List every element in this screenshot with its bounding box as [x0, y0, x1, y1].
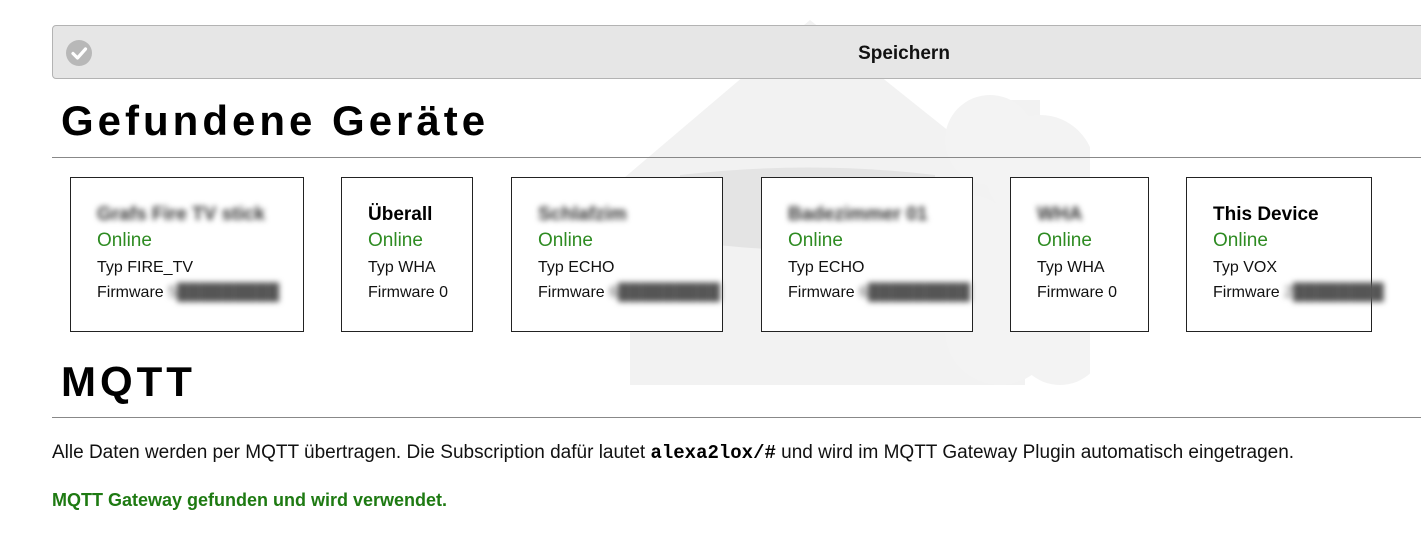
mqtt-gateway-status: MQTT Gateway gefunden und wird verwendet… — [52, 490, 448, 510]
save-button[interactable]: Speichern — [52, 25, 1421, 79]
device-type: Typ ECHO — [788, 259, 865, 276]
device-name: WHA — [1037, 204, 1083, 225]
mqtt-subscription-topic: alexa2lox/# — [650, 442, 776, 464]
device-status: Online — [788, 230, 843, 251]
devices-divider — [52, 157, 1421, 158]
device-type: Typ VOX — [1213, 259, 1278, 276]
save-button-label: Speichern — [858, 43, 950, 64]
devices-section-title: Gefundene Geräte — [61, 97, 490, 144]
device-card: Badezimmer 01 Online Typ ECHO Firmware 6… — [761, 177, 973, 332]
device-name: Grafs Fire TV stick — [97, 204, 265, 225]
device-status: Online — [1213, 230, 1268, 251]
device-type: Typ WHA — [368, 259, 436, 276]
mqtt-description: Alle Daten werden per MQTT übertragen. D… — [52, 442, 1295, 464]
device-status: Online — [97, 230, 152, 251]
device-firmware: Firmware 6█████████ — [538, 284, 721, 301]
device-name: Überall — [368, 204, 433, 225]
device-status: Online — [538, 230, 593, 251]
device-firmware: Firmware 0 — [1037, 284, 1118, 301]
device-card: Schlafzim Online Typ ECHO Firmware 6████… — [511, 177, 723, 332]
device-card: Überall Online Typ WHA Firmware 0 — [341, 177, 473, 332]
device-name: Badezimmer 01 — [788, 204, 928, 225]
device-name: Schlafzim — [538, 204, 627, 225]
device-name: This Device — [1213, 204, 1319, 225]
mqtt-section-title: MQTT — [61, 358, 196, 405]
device-card: WHA Online Typ WHA Firmware 0 — [1010, 177, 1149, 332]
device-firmware: Firmware 5█████████ — [97, 284, 280, 301]
check-circle-icon — [66, 40, 92, 66]
device-card: This Device Online Typ VOX Firmware 2███… — [1186, 177, 1384, 332]
device-firmware: Firmware 0 — [368, 284, 449, 301]
device-firmware: Firmware 6█████████ — [788, 284, 971, 301]
device-type: Typ FIRE_TV — [97, 259, 194, 276]
device-status: Online — [368, 230, 423, 251]
device-type: Typ ECHO — [538, 259, 615, 276]
device-card: Grafs Fire TV stick Online Typ FIRE_TV F… — [70, 177, 304, 332]
device-firmware: Firmware 2████████ — [1213, 284, 1384, 301]
device-type: Typ WHA — [1037, 259, 1105, 276]
device-status: Online — [1037, 230, 1092, 251]
mqtt-divider — [52, 417, 1421, 418]
